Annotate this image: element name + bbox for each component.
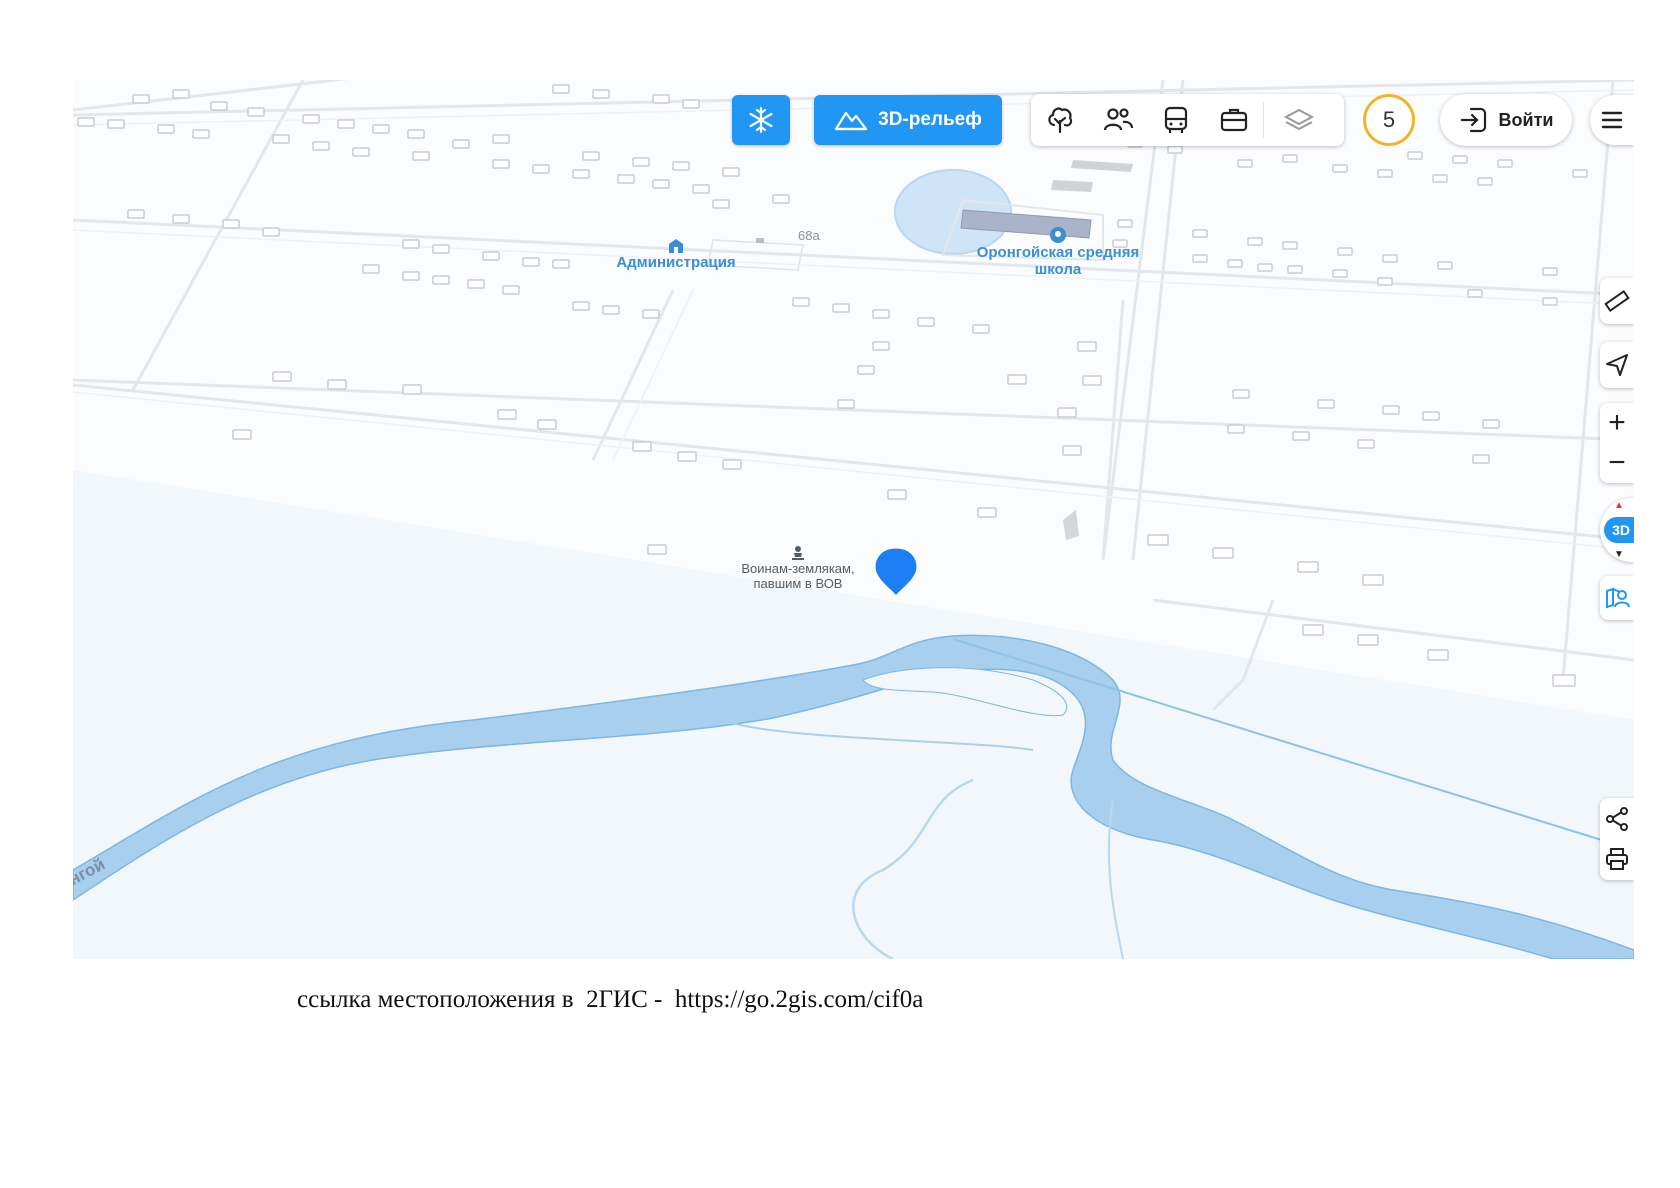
memorial-label-line1: Воинам-землякам, [741,561,855,576]
snowflake-icon [749,106,773,134]
school-pin-icon [953,226,1163,244]
zoom-out-button[interactable]: − [1608,443,1626,483]
snow-field [73,470,1634,959]
layer-transport-button[interactable] [1147,94,1205,146]
layers-icon [1283,108,1315,131]
location-link-caption: ссылка местоположения в 2ГИС - https://g… [297,986,924,1013]
share-print-controls [1600,798,1634,880]
login-button[interactable]: Войти [1440,94,1572,146]
share-button[interactable] [1605,799,1629,839]
layers-toolbar [1031,94,1344,146]
locate-arrow-icon [1606,354,1628,376]
compass-north-icon: ▲ [1614,500,1624,511]
compass-3d-label: 3D [1604,517,1634,543]
compass-control[interactable]: ▲ 3D ▼ [1600,498,1634,562]
map-base-layer [73,80,1634,959]
layer-business-button[interactable] [1205,94,1263,146]
school-label-line2: школа [1034,261,1082,278]
winter-mode-button[interactable] [732,95,790,145]
zoom-in-button[interactable]: + [1608,403,1626,443]
memorial-label-line2: павшим в ВОВ [753,576,843,591]
menu-button[interactable] [1590,95,1634,145]
location-marker-icon[interactable] [870,543,922,604]
people-icon [1103,108,1134,131]
menu-icon [1601,111,1623,129]
address-label: 68а [798,228,820,243]
print-icon [1606,848,1628,870]
locate-button[interactable] [1600,342,1634,388]
memorial-poi[interactable]: Воинам-землякам, павшим в ВОВ [723,545,873,591]
address-building [756,238,764,243]
school-poi[interactable]: Оронгойская средняя школа [953,226,1163,278]
zoom-controls: + − [1600,403,1634,483]
ruler-button[interactable] [1600,278,1634,324]
monument-icon [723,545,873,561]
compass-south-icon: ▼ [1614,549,1624,560]
map-viewport[interactable]: 68а Администрация Оронгойская средняя шк… [73,80,1634,959]
print-button[interactable] [1605,839,1629,879]
map-pin-person-icon [1606,587,1630,609]
bookmark-button[interactable] [1600,576,1634,620]
login-label: Войти [1498,109,1554,130]
bus-icon [1164,106,1188,133]
layer-people-button[interactable] [1089,94,1147,146]
layers-button[interactable] [1264,94,1334,146]
relief-3d-label: 3D-рельеф [878,109,982,130]
admin-label: Администрация [616,254,736,271]
briefcase-icon [1220,108,1248,132]
share-icon [1606,807,1628,831]
notifications-badge[interactable]: 5 [1363,94,1415,146]
terrain-3d-icon [835,111,868,131]
layer-nature-button[interactable] [1031,94,1089,146]
relief-3d-button[interactable]: 3D-рельеф [814,95,1002,145]
school-label-line1: Оронгойская средняя [976,244,1140,261]
admin-poi[interactable]: Администрация [606,238,746,271]
admin-building-icon [606,238,746,254]
tree-icon [1048,107,1073,134]
login-arrow-icon [1460,107,1486,133]
ruler-icon [1604,290,1630,312]
